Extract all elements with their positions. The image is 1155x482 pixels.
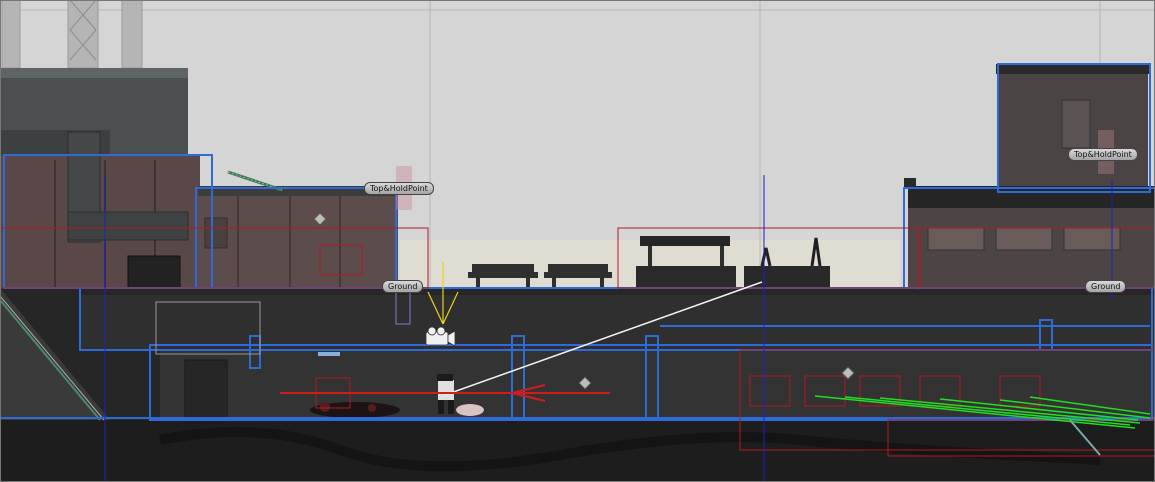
debris-pile bbox=[310, 402, 400, 418]
scene-canvas[interactable] bbox=[0, 0, 1155, 482]
upper-corridor bbox=[80, 295, 1155, 350]
doorway bbox=[184, 359, 228, 419]
scene-view[interactable]: Top&HoldPoint Top&HoldPoint Ground Groun… bbox=[0, 0, 1155, 482]
left-warehouse bbox=[0, 68, 200, 289]
ceiling-light bbox=[318, 352, 340, 356]
gizmo-label-ground-right[interactable]: Ground bbox=[1085, 280, 1127, 293]
gizmo-label-ground-left[interactable]: Ground bbox=[382, 280, 424, 293]
gizmo-label-top-hold-point-left[interactable]: Top&HoldPoint bbox=[364, 182, 434, 195]
gizmo-label-top-hold-point-right[interactable]: Top&HoldPoint bbox=[1068, 148, 1138, 161]
